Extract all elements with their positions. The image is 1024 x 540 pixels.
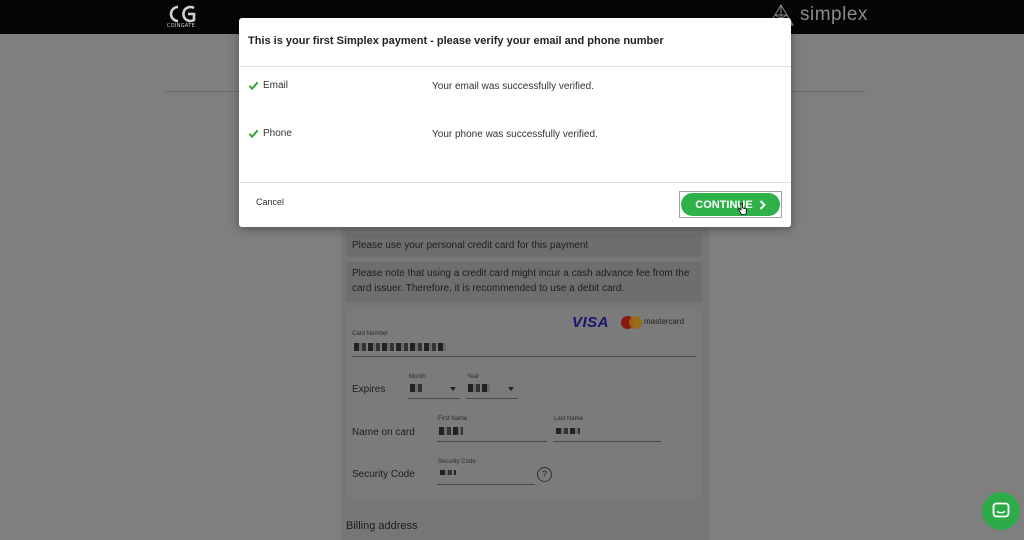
continue-button-focus-ring: CONTINUE [679,191,782,218]
cancel-button[interactable]: Cancel [256,197,284,207]
first-name-label: First Name [438,416,468,422]
phone-verified-message: Your phone was successfully verified. [432,129,598,140]
first-name-value-masked [439,427,463,435]
month-chevron-down-icon [450,387,456,391]
coingate-logo-text: COINGATE [166,23,196,29]
modal-title: This is your first Simplex payment - ple… [248,35,664,47]
coingate-logo: COINGATE [164,4,198,32]
email-row-label: Email [248,80,288,91]
year-value-masked [468,384,490,392]
email-verified-message: Your email was successfully verified. [432,81,594,92]
modal-header-divider [239,66,791,67]
first-name-input[interactable] [437,441,547,442]
chevron-right-icon [759,199,766,210]
year-chevron-down-icon [508,387,514,391]
mouse-cursor-icon [738,203,747,215]
security-code-small-label: Security Code [438,459,476,465]
card-number-label: Card Number [352,331,389,337]
expires-label: Expires [352,384,386,395]
card-number-input[interactable] [352,356,696,357]
chat-icon [992,502,1010,518]
last-name-input[interactable] [553,441,661,442]
modal-footer-divider [239,182,791,183]
month-select[interactable] [408,398,460,399]
cash-advance-notice: Please note that using a credit card mig… [346,262,702,302]
phone-row-label: Phone [248,128,292,139]
mastercard-icon [621,316,643,329]
email-label: Email [263,80,289,91]
last-name-value-masked [556,428,580,434]
month-label: Month [409,374,426,380]
security-code-value-masked [440,470,456,475]
month-value-masked [410,384,422,392]
phone-label: Phone [263,128,292,139]
chat-button[interactable] [982,492,1020,530]
check-icon [248,81,259,91]
help-icon[interactable]: ? [537,467,552,482]
personal-card-notice: Please use your personal credit card for… [346,234,702,257]
check-icon [248,129,259,139]
security-code-label: Security Code [352,469,415,480]
continue-button[interactable]: CONTINUE [681,193,780,216]
security-code-input[interactable] [437,484,535,485]
last-name-label: Last Name [554,416,584,422]
simplex-logo-text: simplex [800,4,868,25]
coingate-logo-mark [169,5,196,23]
card-number-value-masked [354,343,446,351]
name-on-card-label: Name on card [352,427,415,438]
billing-address-heading: Billing address [346,520,418,532]
year-label: Year [467,374,480,380]
verification-modal: This is your first Simplex payment - ple… [239,18,791,227]
year-select[interactable] [466,398,518,399]
mastercard-label: mastercard [644,317,685,326]
visa-logo: VISA [572,314,610,331]
